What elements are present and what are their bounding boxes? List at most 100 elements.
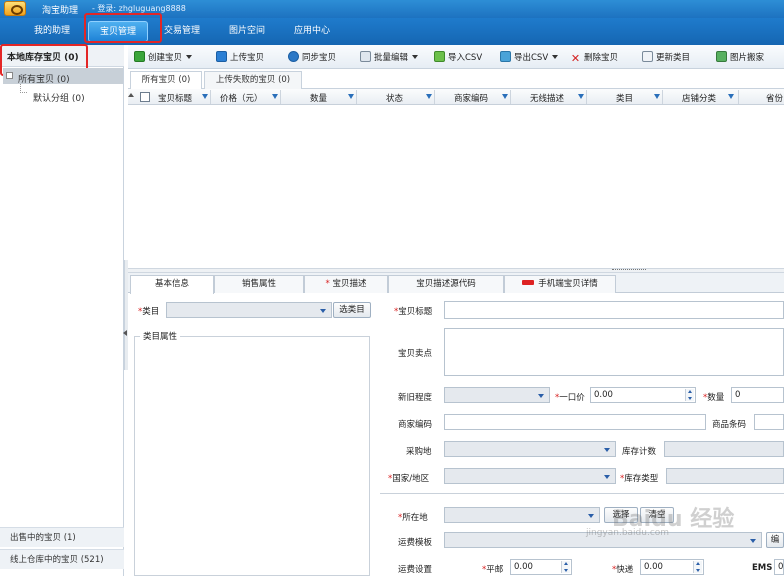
upload-item-button[interactable]: 上传宝贝	[216, 50, 264, 66]
column-divider	[586, 90, 587, 104]
title-input[interactable]	[444, 301, 784, 319]
filter-icon[interactable]	[654, 94, 660, 99]
subtab-all-items[interactable]: 所有宝贝 (0)	[130, 71, 202, 90]
country-label-text: 国家/地区	[392, 474, 430, 484]
stock-count-select[interactable]	[664, 441, 784, 457]
stepper-icon[interactable]	[561, 561, 570, 573]
stepper-icon[interactable]	[693, 561, 702, 573]
tree-connector	[20, 84, 27, 93]
purchase-location-select[interactable]	[444, 441, 616, 457]
filter-icon[interactable]	[272, 94, 278, 99]
mail-fee-input[interactable]: 0.00	[510, 559, 572, 575]
image-move-button[interactable]: 图片搬家	[716, 50, 764, 66]
nav-tab-image-space[interactable]: 图片空间	[216, 21, 278, 42]
export-csv-button[interactable]: 导出CSV	[500, 50, 559, 66]
detail-tab-description[interactable]: * 宝贝描述	[304, 275, 388, 293]
splitter-grip-icon[interactable]	[612, 269, 646, 271]
dropdown-arrow-icon[interactable]	[186, 55, 193, 59]
chevron-down-icon[interactable]	[588, 514, 594, 518]
watermark-url: jingyan.baidu.com	[586, 528, 670, 538]
left-footer-on-sale[interactable]: 出售中的宝贝 (1)	[0, 527, 124, 547]
import-csv-button[interactable]: 导入CSV	[434, 50, 482, 66]
chevron-down-icon[interactable]	[320, 309, 326, 313]
chevron-down-icon[interactable]	[538, 394, 544, 398]
detail-tab-sales-attrs[interactable]: 销售属性	[214, 275, 304, 293]
taobao-logo-icon	[4, 1, 26, 16]
filter-icon[interactable]	[502, 94, 508, 99]
delete-icon: ✕	[570, 52, 581, 65]
left-footer-warehouse[interactable]: 线上仓库中的宝贝 (521)	[0, 549, 124, 569]
category-attributes-group	[134, 336, 370, 576]
nav-tab-my-assistant[interactable]: 我的助理	[20, 21, 84, 42]
barcode-input[interactable]	[754, 414, 784, 430]
create-item-label: 创建宝贝	[148, 53, 183, 63]
mail-label: *平邮	[482, 563, 503, 575]
detail-tab-mobile-detail[interactable]: 手机端宝贝详情	[504, 275, 616, 293]
nav-tab-app-center[interactable]: 应用中心	[282, 21, 342, 42]
filter-icon[interactable]	[728, 94, 734, 99]
country-label: *国家/地区	[388, 472, 429, 484]
condition-label: 新旧程度	[398, 393, 433, 403]
selling-point-textarea[interactable]	[444, 328, 784, 376]
tree-node-default-group[interactable]: 默认分组 (0)	[33, 91, 85, 104]
quantity-input[interactable]: 0	[731, 387, 784, 403]
stepper-icon[interactable]	[685, 389, 694, 401]
column-divider	[356, 90, 357, 104]
column-header-title[interactable]: 宝贝标题	[158, 92, 192, 104]
batch-edit-label: 批量编辑	[374, 53, 409, 63]
stock-count-label: 库存计数	[622, 447, 657, 457]
mobile-icon	[522, 280, 535, 285]
stock-type-select[interactable]	[666, 468, 784, 484]
sync-item-button[interactable]: 同步宝贝	[288, 50, 336, 66]
dropdown-arrow-icon[interactable]	[552, 55, 559, 59]
country-select[interactable]	[444, 468, 616, 484]
chevron-down-icon[interactable]	[604, 475, 610, 479]
detail-tab-description-label: 宝贝描述	[332, 279, 367, 289]
chevron-down-icon[interactable]	[604, 448, 610, 452]
condition-select[interactable]	[444, 387, 550, 403]
chevron-down-icon[interactable]	[750, 539, 756, 543]
price-label: *一口价	[555, 391, 585, 403]
location-select[interactable]	[444, 507, 600, 523]
ems-fee-input[interactable]: 0.	[774, 559, 784, 575]
filter-icon[interactable]	[426, 94, 432, 99]
update-category-button[interactable]: 更新类目	[642, 50, 690, 66]
column-header-quantity[interactable]: 数量	[310, 92, 327, 104]
batch-edit-button[interactable]: 批量编辑	[360, 50, 419, 66]
column-header-province[interactable]: 省份	[766, 92, 783, 104]
delete-item-button[interactable]: ✕ 删除宝贝	[570, 50, 618, 66]
tree-collapse-icon[interactable]	[6, 72, 13, 79]
column-header-status[interactable]: 状态	[386, 92, 403, 104]
column-divider	[210, 90, 211, 104]
edit-template-button[interactable]: 编辑	[766, 532, 784, 548]
express-fee-input[interactable]: 0.00	[640, 559, 704, 575]
dropdown-arrow-icon[interactable]	[412, 55, 419, 59]
column-divider	[280, 90, 281, 104]
subtab-upload-failed[interactable]: 上传失败的宝贝 (0)	[204, 71, 302, 89]
column-header-wireless-desc[interactable]: 无线描述	[530, 92, 564, 104]
item-table-body[interactable]	[128, 105, 784, 268]
merchant-code-input[interactable]	[444, 414, 706, 430]
column-header-shop-category[interactable]: 店铺分类	[682, 92, 716, 104]
collapse-arrow-icon[interactable]	[123, 330, 127, 336]
category-select[interactable]	[166, 302, 332, 318]
filter-icon[interactable]	[578, 94, 584, 99]
column-header-category[interactable]: 类目	[616, 92, 633, 104]
sort-arrow-icon[interactable]	[128, 93, 134, 97]
create-item-button[interactable]: 创建宝贝	[134, 50, 193, 66]
price-input[interactable]: 0.00	[590, 387, 696, 403]
select-all-checkbox[interactable]	[140, 92, 150, 102]
filter-icon[interactable]	[348, 94, 354, 99]
stock-type-label: *库存类型	[620, 472, 658, 484]
column-header-price[interactable]: 价格（元）	[220, 92, 263, 104]
detail-tab-basic-info[interactable]: 基本信息	[130, 275, 214, 294]
required-marker: *	[325, 279, 330, 289]
detail-tab-description-source[interactable]: 宝贝描述源代码	[388, 275, 504, 293]
upload-icon	[216, 51, 227, 62]
selling-point-label: 宝贝卖点	[398, 349, 433, 359]
quantity-label-text: 数量	[707, 393, 725, 403]
column-header-merchant-code[interactable]: 商家编码	[454, 92, 488, 104]
filter-icon[interactable]	[202, 94, 208, 99]
select-category-button[interactable]: 选类目	[333, 302, 371, 318]
column-divider	[510, 90, 511, 104]
